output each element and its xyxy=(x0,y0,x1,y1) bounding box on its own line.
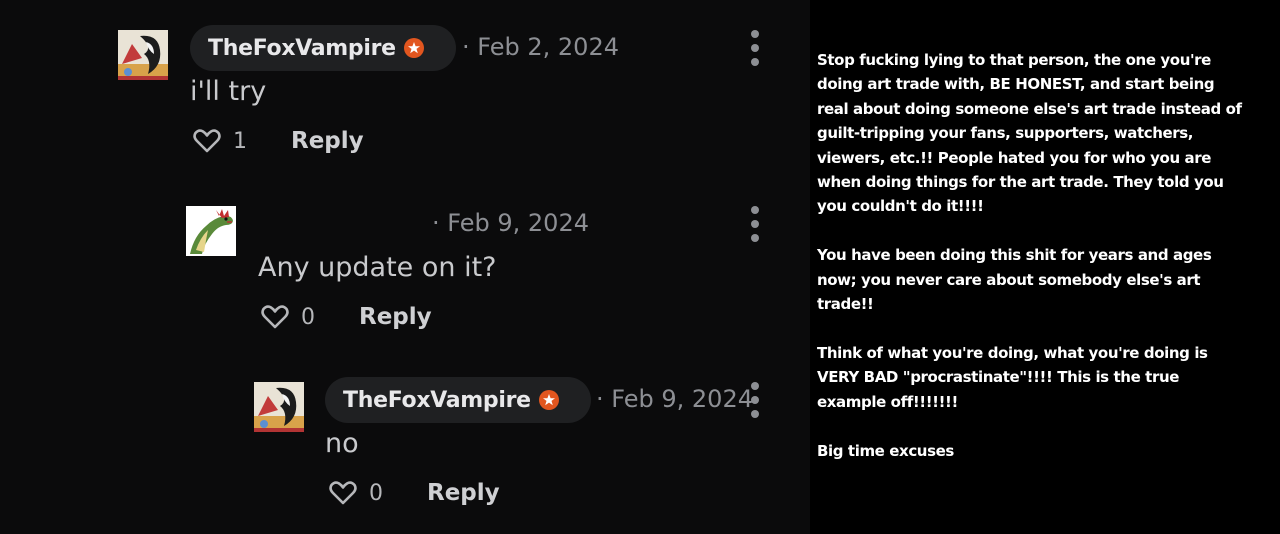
reply-button[interactable]: Reply xyxy=(291,128,364,154)
like-count: 1 xyxy=(233,128,247,154)
caption-paragraph-3: Think of what you're doing, what you're … xyxy=(817,343,1213,411)
comment-body: i'll try xyxy=(190,76,267,107)
star-badge-icon xyxy=(538,390,559,410)
avatar-fox-icon[interactable] xyxy=(118,30,168,80)
username-pill[interactable]: TheFoxVampire xyxy=(190,25,456,71)
caption-text: Stop fucking lying to that person, the o… xyxy=(817,48,1247,463)
caption-panel: Stop fucking lying to that person, the o… xyxy=(810,0,1280,534)
kebab-menu-icon[interactable] xyxy=(747,381,763,421)
comment-body: Any update on it? xyxy=(258,252,497,283)
star-badge-icon xyxy=(403,38,424,58)
comment-actions: 0 Reply xyxy=(329,476,500,510)
reply-button[interactable]: Reply xyxy=(359,304,432,330)
screenshot: TheFoxVampire · Feb 2, 2024 i'll try 1 R… xyxy=(0,0,1280,534)
comment-actions: 1 Reply xyxy=(193,124,364,158)
like-button[interactable]: 1 xyxy=(193,128,273,154)
avatar-dinosaur-icon[interactable] xyxy=(186,206,236,256)
caption-paragraph-1: Stop fucking lying to that person, the o… xyxy=(817,51,1247,216)
caption-paragraph-2: You have been doing this shit for years … xyxy=(817,246,1217,314)
username[interactable]: TheFoxVampire xyxy=(208,36,396,61)
avatar-fox-icon[interactable] xyxy=(254,382,304,432)
heart-icon[interactable] xyxy=(193,128,221,154)
like-button[interactable]: 0 xyxy=(329,480,409,506)
kebab-menu-icon[interactable] xyxy=(747,205,763,245)
timestamp: · Feb 9, 2024 xyxy=(596,385,753,413)
timestamp: · Feb 9, 2024 xyxy=(432,209,589,237)
comment-actions: 0 Reply xyxy=(261,300,432,334)
heart-icon[interactable] xyxy=(329,480,357,506)
caption-paragraph-4: Big time excuses xyxy=(817,441,954,460)
comment-thread: TheFoxVampire · Feb 2, 2024 i'll try 1 R… xyxy=(0,0,810,534)
username[interactable]: TheFoxVampire xyxy=(343,388,531,413)
reply-button[interactable]: Reply xyxy=(427,480,500,506)
like-count: 0 xyxy=(369,480,383,506)
timestamp: · Feb 2, 2024 xyxy=(462,33,619,61)
username-pill[interactable]: TheFoxVampire xyxy=(325,377,591,423)
comment-body: no xyxy=(325,428,359,459)
like-button[interactable]: 0 xyxy=(261,304,341,330)
heart-icon[interactable] xyxy=(261,304,289,330)
kebab-menu-icon[interactable] xyxy=(747,29,763,69)
like-count: 0 xyxy=(301,304,315,330)
